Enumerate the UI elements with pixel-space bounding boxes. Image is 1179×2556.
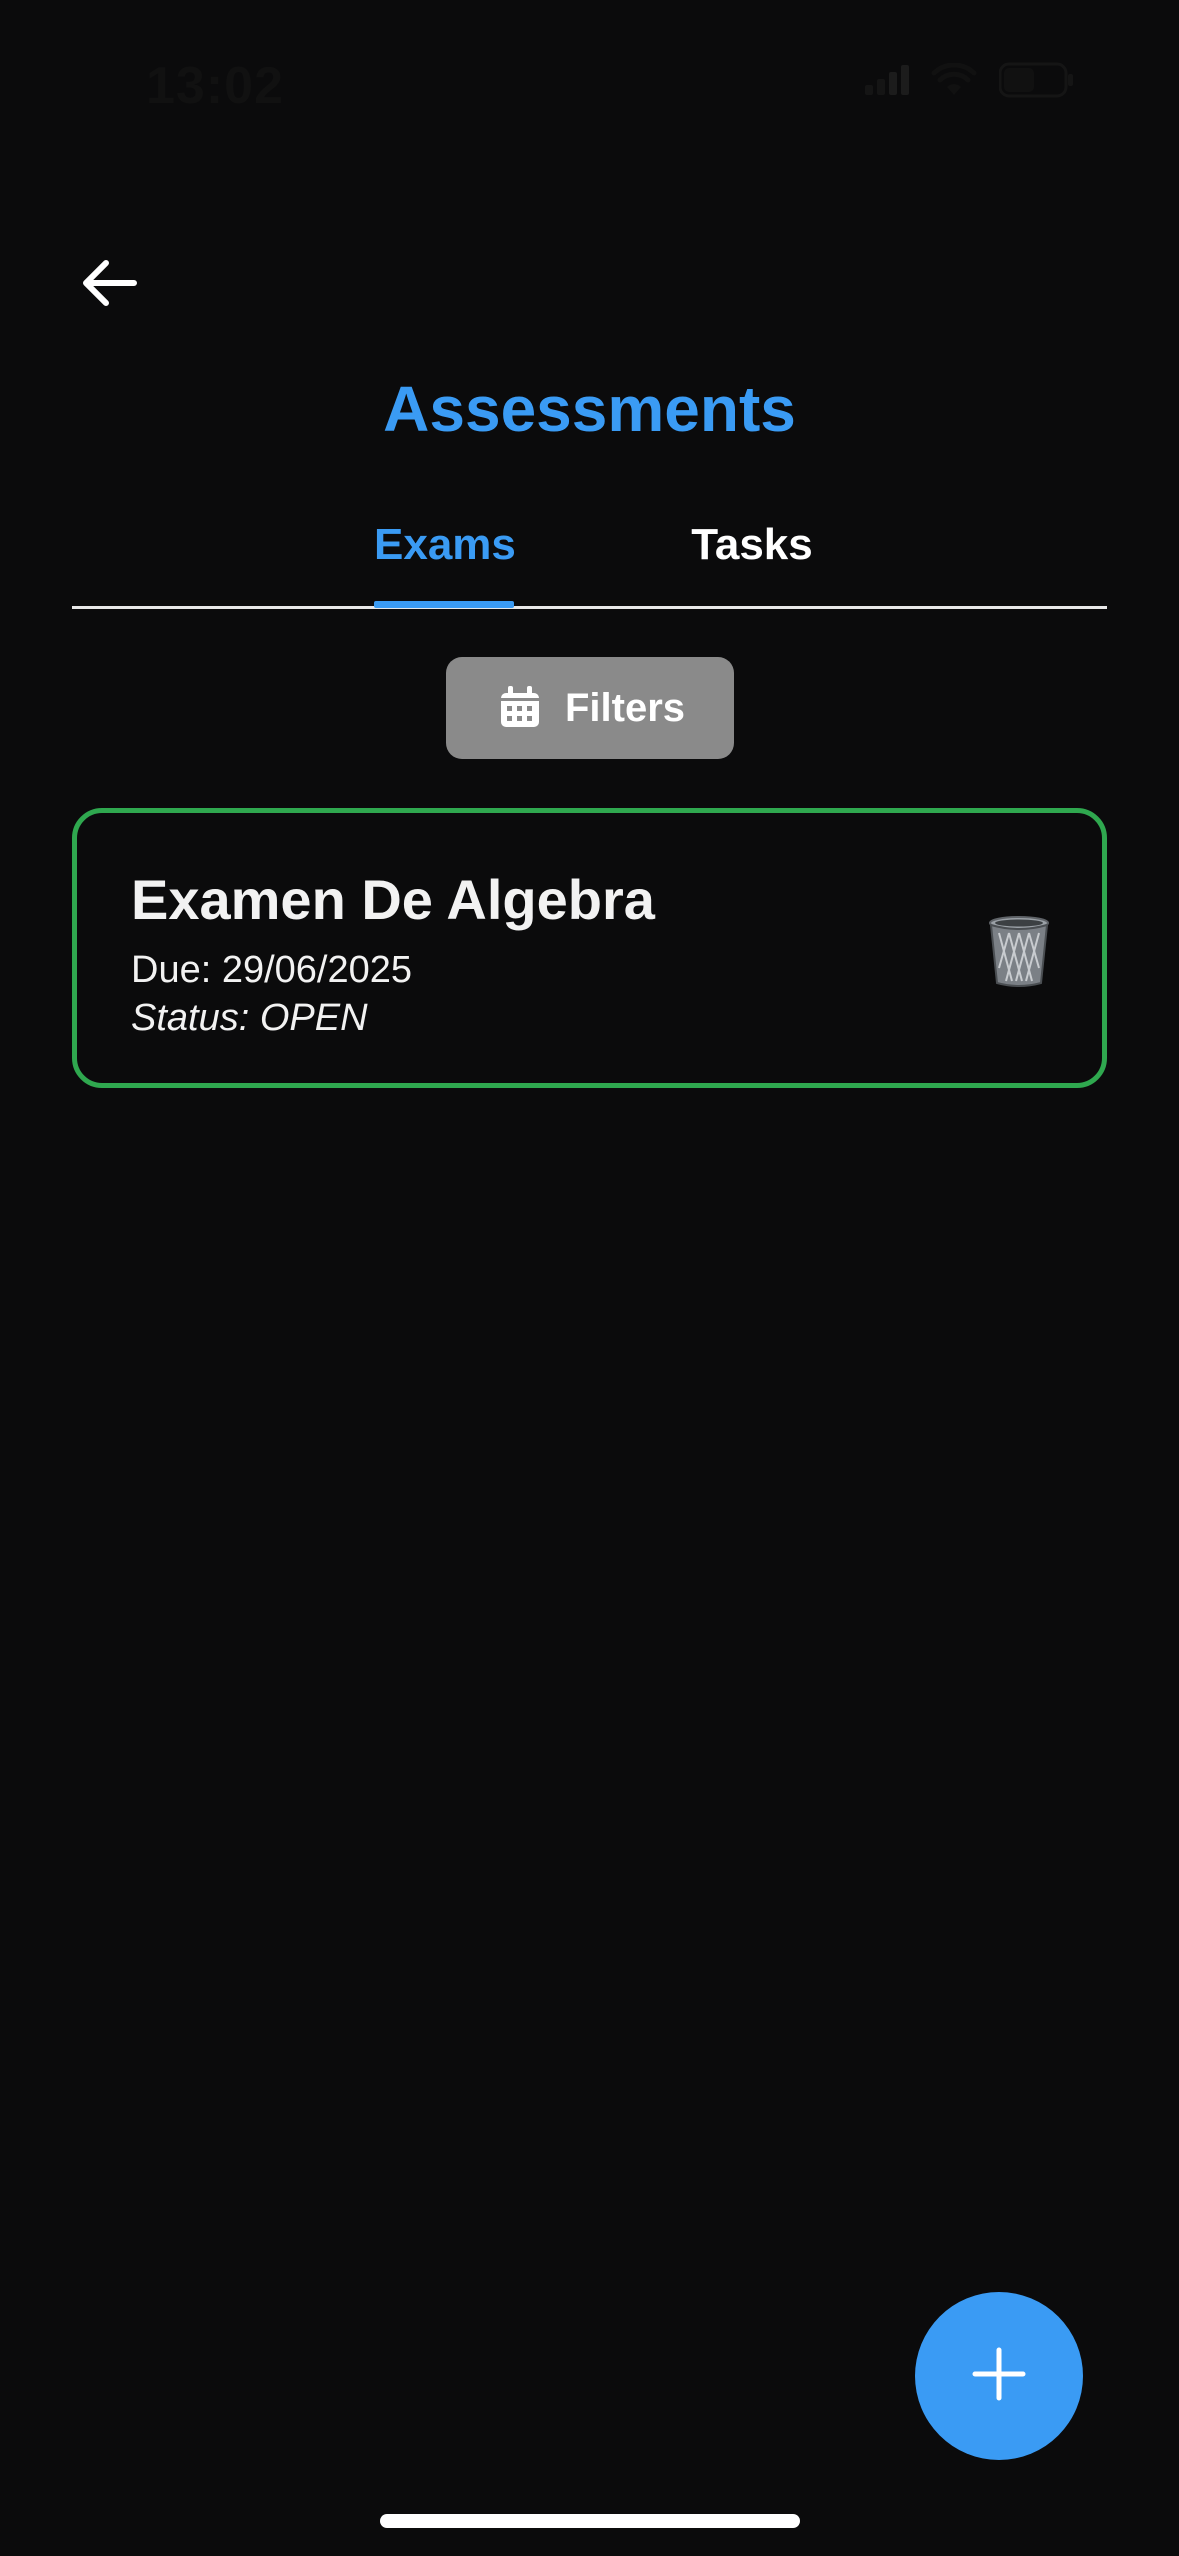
add-assessment-button[interactable] <box>915 2292 1083 2460</box>
tab-tasks[interactable]: Tasks <box>672 520 832 606</box>
battery-icon <box>998 62 1075 103</box>
tab-tasks-label: Tasks <box>691 520 813 569</box>
calendar-icon <box>495 681 545 736</box>
trash-can-icon <box>984 916 1054 993</box>
assessment-status: Status: OPEN <box>131 997 368 1039</box>
page-title: Assessments <box>383 373 796 445</box>
assessment-card[interactable]: Examen De Algebra Due: 29/06/2025 Status… <box>72 808 1107 1088</box>
tab-exams-label: Exams <box>374 520 516 569</box>
wifi-icon <box>931 62 977 102</box>
tab-exams[interactable]: Exams <box>374 520 516 608</box>
back-button[interactable] <box>70 250 150 320</box>
assessment-title: Examen De Algebra <box>131 868 655 931</box>
cellular-signal-icon <box>865 65 909 100</box>
delete-button[interactable] <box>984 913 1054 989</box>
status-bar: 13:02 <box>0 0 1179 150</box>
arrow-left-icon <box>82 258 138 313</box>
filters-label: Filters <box>564 685 686 730</box>
status-time: 13:02 <box>146 57 284 115</box>
status-icons <box>865 62 1075 103</box>
home-indicator <box>380 2514 800 2528</box>
plus-icon <box>971 2346 1027 2407</box>
filters-button[interactable]: Filters <box>446 657 734 759</box>
active-tab-indicator <box>374 601 514 608</box>
assessment-due-date: Due: 29/06/2025 <box>131 949 413 991</box>
tab-bar: Exams Tasks <box>72 510 1107 609</box>
